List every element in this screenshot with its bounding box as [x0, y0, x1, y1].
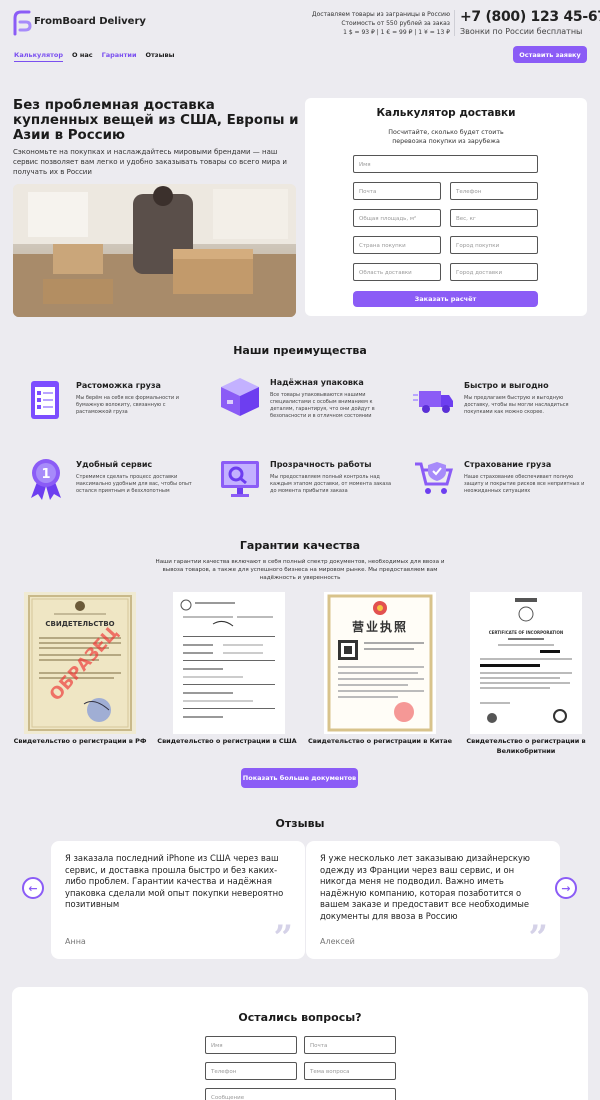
advantage-text: Наше страхование обеспечивает полную защ…: [464, 474, 585, 494]
main-nav: Калькулятор О нас Гарантии Отзывы: [14, 51, 174, 62]
document-rf[interactable]: СВИДЕТЕЛЬСТВО ОБРАЗЕЦ: [24, 592, 136, 734]
advantage-customs: Растоможка груза Мы берём на себя все фо…: [25, 379, 205, 439]
calculator-card: Калькулятор доставки Посчитайте, сколько…: [305, 98, 587, 316]
nav-item-about[interactable]: О нас: [72, 51, 93, 62]
fast-truck-icon: [413, 379, 455, 421]
award-badge-icon: 1: [25, 458, 67, 500]
advantage-packaging: Надёжная упаковка Все товары упаковывают…: [219, 376, 399, 436]
advantage-text: Стремимся сделать процесс доставки макси…: [76, 474, 192, 494]
document-caption: Свидетельство о регистрации в РФ: [13, 737, 147, 745]
header-info: Доставляем товары из заграницы в Россию …: [280, 10, 450, 37]
advantage-title: Надёжная упаковка: [270, 378, 364, 387]
guarantees-title: Гарантии качества: [239, 539, 361, 552]
country-input[interactable]: Страна покупки: [353, 236, 441, 254]
logo-icon: [12, 8, 32, 36]
advantage-text: Мы предлагаем быструю и выгодную доставк…: [464, 395, 569, 415]
phone-note: Звонки по России бесплатны: [460, 27, 583, 36]
document-heading: 营业执照: [351, 620, 408, 634]
question-message-input[interactable]: Сообщение: [205, 1088, 396, 1100]
advantage-title: Страхование груза: [464, 460, 552, 469]
advantage-title: Быстро и выгодно: [464, 381, 549, 390]
area-input[interactable]: Общая площадь, м²: [353, 209, 441, 227]
monitor-search-icon: [219, 458, 261, 500]
next-review-arrow[interactable]: →: [555, 877, 577, 899]
divider: [454, 10, 455, 36]
weight-input[interactable]: Вес, кг: [450, 209, 538, 227]
hero-subtitle: Сэкономьте на покупках и наслаждайтесь м…: [13, 148, 287, 176]
review-card: Я заказала последний iPhone из США через…: [51, 841, 305, 959]
document-usa[interactable]: [173, 592, 285, 734]
guarantees-subtitle: Наши гарантии качества включают в себя п…: [155, 559, 445, 581]
review-text: Я заказала последний iPhone из США через…: [65, 853, 284, 909]
advantages-title: Наши преимущества: [233, 344, 367, 357]
document-caption: Свидетельство о регистрации в США: [157, 737, 297, 745]
nav-item-reviews[interactable]: Отзывы: [146, 51, 175, 62]
question-email-input[interactable]: Почта: [304, 1036, 396, 1054]
question-phone-input[interactable]: Телефон: [205, 1062, 297, 1080]
email-input[interactable]: Почта: [353, 182, 441, 200]
leave-request-button[interactable]: Оставить заявку: [513, 46, 587, 63]
region-input[interactable]: Область доставки: [353, 263, 441, 281]
advantage-fast: Быстро и выгодно Мы предлагаем быструю и…: [413, 379, 593, 439]
advantage-title: Удобный сервис: [76, 460, 153, 469]
info-line: Стоимость от 550 рублей за заказ: [341, 20, 450, 27]
review-author: Алексей: [320, 937, 355, 946]
document-china[interactable]: 营业执照: [324, 592, 436, 734]
advantage-text: Мы берём на себя все формальности и бума…: [76, 395, 179, 415]
document-uk[interactable]: CERTIFICATE OF INCORPORATION: [470, 592, 582, 734]
advantage-insurance: Страхование груза Наше страхование обесп…: [413, 458, 593, 518]
advantage-text: Мы предоставляем полный контроль над каж…: [270, 474, 392, 494]
review-author: Анна: [65, 937, 86, 946]
destination-city-input[interactable]: Город доставки: [450, 263, 538, 281]
package-box-icon: [219, 376, 261, 418]
arrow-right-icon: →: [561, 881, 571, 895]
brand-name[interactable]: FromBoard Delivery: [34, 16, 146, 27]
advantage-title: Растоможка груза: [76, 381, 161, 390]
quote-icon: ”: [273, 918, 293, 958]
prev-review-arrow[interactable]: ←: [22, 877, 44, 899]
cart-shield-icon: [413, 458, 455, 500]
questions-card: [12, 987, 588, 1100]
info-line: Доставляем товары из заграницы в Россию: [311, 11, 450, 18]
nav-item-calculator[interactable]: Калькулятор: [14, 51, 64, 62]
hero-photo: [13, 184, 296, 317]
advantage-service: 1 Удобный сервис Стремимся сделать проце…: [25, 458, 205, 518]
advantage-transparency: Прозрачность работы Мы предоставляем пол…: [219, 458, 399, 518]
hero-title: Без проблемная доставка купленных вещей …: [13, 98, 299, 143]
document-caption: Свидетельство о регистрации в Китае: [308, 737, 452, 745]
question-name-input[interactable]: Имя: [205, 1036, 297, 1054]
phone-number[interactable]: +7 (800) 123 45-67: [460, 9, 600, 25]
question-topic-input[interactable]: Тема вопроса: [304, 1062, 396, 1080]
document-caption: Свидетельство о регистрации в Великобрит…: [466, 737, 586, 755]
name-input[interactable]: Имя: [353, 155, 538, 173]
show-more-documents-button[interactable]: Показать больше документов: [241, 768, 358, 788]
questions-title: Остались вопросы?: [238, 1011, 362, 1024]
calculator-subtitle: Посчитайте, сколько будет стоить перевоз…: [388, 129, 504, 145]
arrow-left-icon: ←: [28, 881, 38, 895]
calculator-title: Калькулятор доставки: [376, 107, 516, 119]
reviews-title: Отзывы: [275, 817, 325, 830]
review-text: Я уже несколько лет заказываю дизайнерск…: [320, 853, 530, 921]
city-input[interactable]: Город покупки: [450, 236, 538, 254]
document-heading: CERTIFICATE OF INCORPORATION: [488, 630, 564, 635]
order-calculation-button[interactable]: Заказать расчёт: [353, 291, 538, 307]
quote-icon: ”: [528, 918, 548, 958]
advantage-title: Прозрачность работы: [270, 460, 372, 469]
svg-text:1: 1: [41, 467, 50, 482]
advantage-text: Все товары упаковываются нашими специали…: [270, 392, 375, 419]
clipboard-checklist-icon: [25, 379, 67, 421]
currency-rates: 1 $ = 93 ₽ | 1 € = 99 ₽ | 1 ¥ = 13 ₽: [343, 29, 450, 36]
nav-item-guarantees[interactable]: Гарантии: [102, 51, 137, 62]
document-heading: СВИДЕТЕЛЬСТВО: [45, 620, 115, 628]
review-card: Я уже несколько лет заказываю дизайнерск…: [306, 841, 560, 959]
phone-input[interactable]: Телефон: [450, 182, 538, 200]
